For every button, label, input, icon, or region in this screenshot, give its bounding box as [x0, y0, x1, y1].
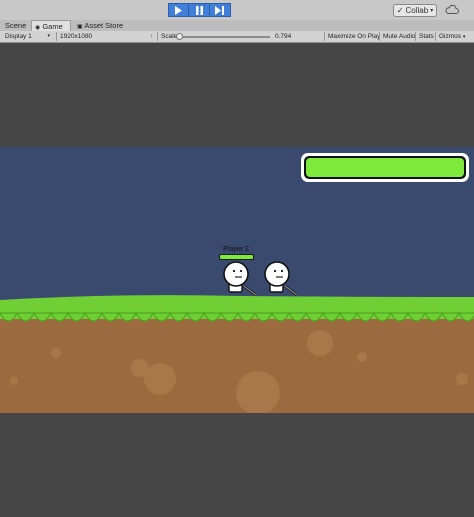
tab-scene[interactable]: Scene — [2, 20, 29, 31]
player-name-label: Player 2 — [223, 246, 249, 253]
play-button[interactable] — [168, 3, 189, 17]
store-icon: ▣ — [77, 24, 83, 30]
check-icon: ✓ — [396, 6, 404, 15]
game-view-options: Display 1 ▾ 1920x1080 ↕ Scale 0.794 Maxi… — [0, 31, 474, 43]
main-toolbar: ✓ Collab ▾ — [0, 0, 474, 21]
pause-icon — [195, 5, 203, 15]
cloud-icon[interactable] — [445, 4, 459, 15]
scale-slider-track[interactable] — [178, 36, 270, 38]
game-view[interactable]: Player 2 — [0, 43, 474, 517]
collab-button[interactable]: ✓ Collab ▾ — [393, 4, 437, 17]
step-icon — [215, 5, 224, 15]
stats-toggle[interactable]: Stats — [416, 31, 437, 42]
gizmos-dropdown[interactable]: Gizmos ▾ — [436, 31, 468, 42]
chevron-down-icon: ▾ — [430, 8, 434, 14]
player-mini-health-bar — [219, 254, 254, 260]
updown-icon: ↕ — [150, 33, 154, 39]
play-icon — [175, 5, 182, 15]
step-button[interactable] — [210, 3, 231, 17]
mute-audio-toggle[interactable]: Mute Audio — [380, 31, 419, 42]
tab-asset-store[interactable]: ▣ Asset Store — [74, 20, 126, 31]
chevron-down-icon: ▾ — [462, 34, 466, 40]
display-dropdown[interactable]: Display 1 ▾ — [2, 31, 52, 42]
health-bar-fill — [306, 158, 464, 177]
chevron-down-icon: ▾ — [47, 33, 50, 39]
scale-value: 0.794 — [275, 33, 292, 40]
scale-slider-handle[interactable] — [176, 33, 183, 40]
game-scene[interactable]: Player 2 — [0, 147, 474, 413]
view-tabs: Scene ◉ Game ▣ Asset Store — [0, 20, 474, 32]
game-canvas: Player 2 — [0, 147, 474, 413]
pause-button[interactable] — [189, 3, 210, 17]
health-bar — [301, 153, 469, 182]
maximize-on-play-toggle[interactable]: Maximize On Play — [325, 31, 383, 42]
collab-label: Collab — [405, 6, 429, 15]
playback-controls — [168, 3, 231, 17]
resolution-dropdown[interactable]: 1920x1080 ↕ — [57, 31, 155, 42]
